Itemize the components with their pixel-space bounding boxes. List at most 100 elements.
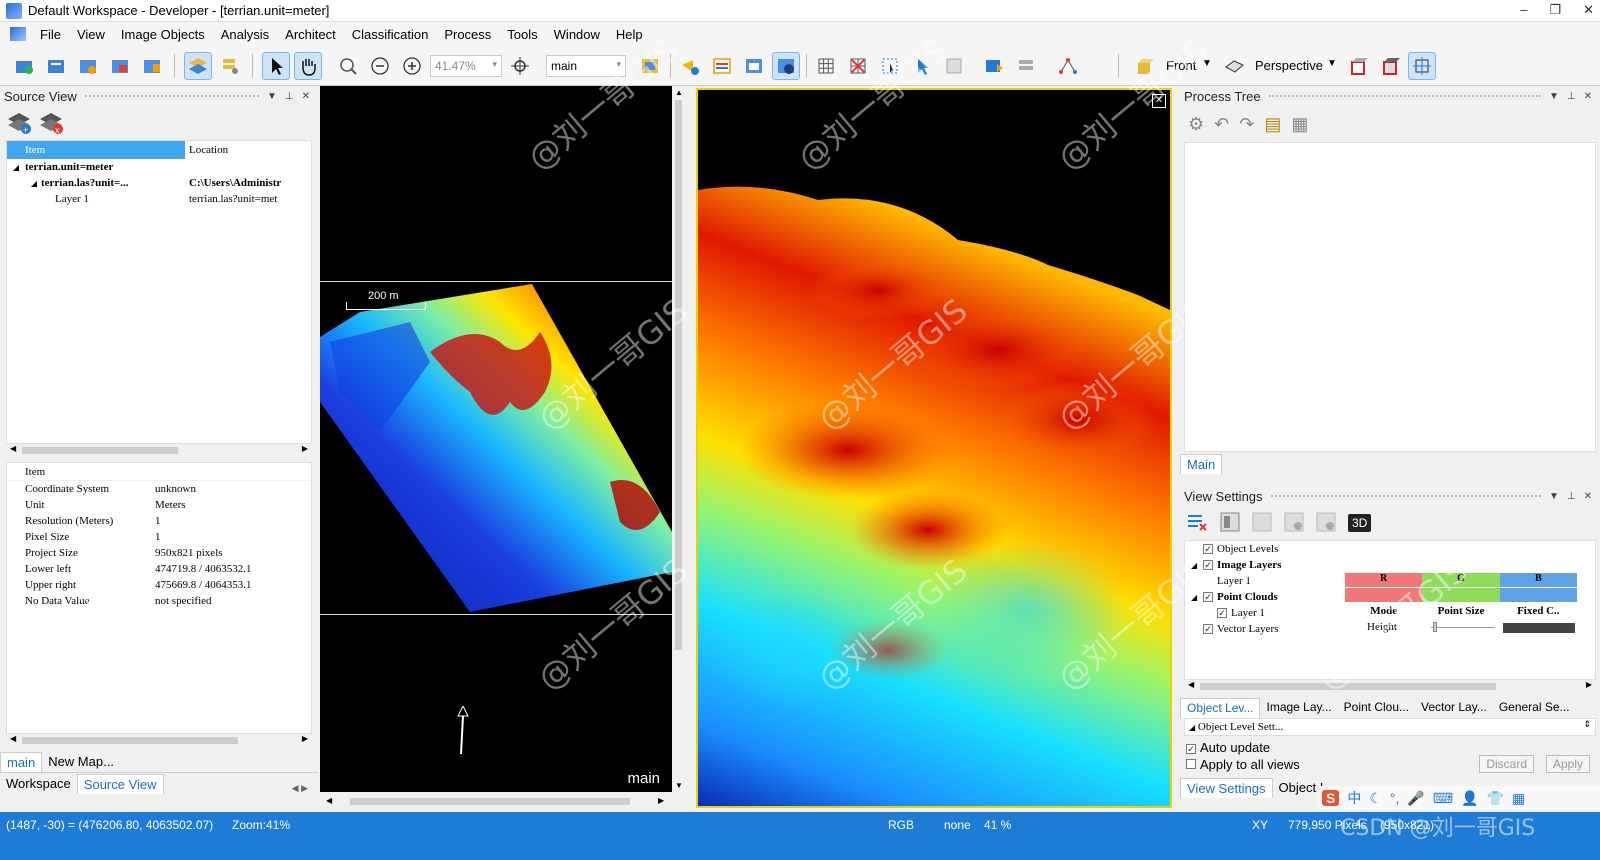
layer-stack-icon[interactable] [184,52,212,80]
add-source-icon[interactable]: + [6,109,32,138]
menu-file[interactable]: File [32,27,69,42]
col-location[interactable]: Location [185,144,228,156]
layout-single-icon[interactable] [1220,512,1240,535]
pin-icon[interactable]: ⊥ [1567,491,1576,502]
pin-icon[interactable]: ⊥ [285,91,294,102]
slider-thumb[interactable] [1433,622,1437,632]
perspective-icon[interactable] [1220,52,1248,80]
ime-grid-icon[interactable]: ▦ [1512,790,1525,807]
chevron-down-icon[interactable]: ▼ [1549,491,1559,502]
channel-g[interactable]: G [1422,573,1500,587]
map-select[interactable]: main ▾ [546,55,626,77]
ime-chinese-icon[interactable]: 中 [1347,788,1361,808]
process-tree-area[interactable] [1184,142,1596,452]
menu-process[interactable]: Process [436,27,499,42]
tab-point-clouds[interactable]: Point Clou... [1338,698,1415,718]
layout-add-icon[interactable] [1316,512,1336,535]
import-icon[interactable] [106,52,134,80]
ime-punct-icon[interactable]: °, [1390,790,1400,806]
channel-r[interactable]: R [1345,573,1423,587]
vs-row-object-levels[interactable]: ✓ Object Levels [1185,541,1595,557]
vs-row-image-layers[interactable]: ◢ ✓ Image Layers [1185,557,1595,573]
open-project-icon[interactable] [42,52,70,80]
props-hscroll[interactable]: ◀ ▶ [6,734,312,746]
zoom-out-icon[interactable] [366,52,394,80]
col-item[interactable]: Item [7,141,185,159]
chevron-down-icon[interactable]: ▼ [1549,91,1559,102]
3d-mode-button[interactable]: 3D [1348,514,1372,532]
menu-view[interactable]: View [69,27,113,42]
apply-button[interactable]: Apply [1545,755,1590,773]
redo-icon[interactable]: ↷ [1239,114,1254,135]
process-settings-icon[interactable]: ⚙ [1188,114,1204,135]
app-menu-icon[interactable] [10,27,26,41]
cube-grey-icon[interactable] [1376,52,1404,80]
image-info-icon[interactable] [676,52,704,80]
map-view-2d[interactable]: 200 m main [320,86,672,792]
restore-button[interactable]: ❐ [1549,2,1561,18]
tree-row[interactable]: ◢ terrian.unit=meter [7,159,311,175]
ime-keyboard-icon[interactable]: ⌨ [1433,790,1453,807]
apply-all-checkbox[interactable] [1186,759,1196,769]
close-3d-icon[interactable]: ✕ [1152,94,1166,108]
ime-moon-icon[interactable]: ☾ [1369,790,1382,807]
apply-all-row[interactable]: Apply to all views Discard Apply [1180,755,1600,773]
undo-icon[interactable]: ↶ [1214,114,1229,135]
layer-settings-icon[interactable] [216,52,244,80]
pointer-tool-icon[interactable] [262,52,290,80]
zoom-combo[interactable]: 41.47% ▾ [430,55,502,77]
menu-image-objects[interactable]: Image Objects [113,27,213,42]
layout-split-icon[interactable] [1252,512,1272,535]
checkbox[interactable]: ✓ [1203,544,1213,554]
vs-hscroll[interactable]: ◀ ▶ [1184,680,1596,692]
point-size-slider[interactable] [1431,627,1495,628]
perspective-label[interactable]: Perspective [1255,58,1323,73]
tab-vector-layers[interactable]: Vector Lay... [1415,698,1493,718]
tab-main[interactable]: main [0,752,43,772]
source-hscroll[interactable]: ◀ ▶ [6,444,312,456]
channel-b[interactable]: B [1499,573,1577,587]
layout-remove-icon[interactable] [1284,512,1304,535]
menu-help[interactable]: Help [608,27,651,42]
new-project-icon[interactable] [10,52,38,80]
chevron-down-icon[interactable]: ▼ [1202,58,1212,69]
layer-table-icon[interactable] [708,52,736,80]
pan-center-icon[interactable] [506,52,534,80]
delete-grid-icon[interactable] [844,52,872,80]
checkbox[interactable]: ✓ [1217,608,1227,618]
cube-red-icon[interactable] [1344,52,1372,80]
ime-shirt-icon[interactable]: 👕 [1487,790,1504,807]
tree-row[interactable]: ◢ terrian.las?unit=... C:\Users\Administr [7,175,311,191]
ime-mic-icon[interactable]: 🎤 [1407,790,1424,807]
remove-layer-icon[interactable] [1186,512,1208,535]
rule-set-icon[interactable]: ▤ [1264,114,1281,135]
3d-navigate-icon[interactable] [1408,52,1436,80]
menu-classification[interactable]: Classification [344,27,437,42]
zoom-area-icon[interactable] [334,52,362,80]
image-window-icon[interactable] [740,52,768,80]
menu-architect[interactable]: Architect [277,27,344,42]
menu-analysis[interactable]: Analysis [213,27,277,42]
chevron-down-icon[interactable]: ▼ [267,91,277,102]
view-3d[interactable]: ✕ [696,88,1172,808]
front-view-icon[interactable] [1130,52,1158,80]
front-label[interactable]: Front [1166,58,1196,73]
tab-image-layers[interactable]: Image Lay... [1260,698,1337,718]
auto-update-row[interactable]: ✓ Auto update [1180,736,1600,755]
vector-edit-icon[interactable] [1054,52,1082,80]
discard-button[interactable]: Discard [1479,755,1534,773]
tab-new-map[interactable]: New Map... [42,752,120,772]
zoom-in-icon[interactable] [398,52,426,80]
sample-icon[interactable] [940,52,968,80]
save-project-icon[interactable] [74,52,102,80]
remove-source-icon[interactable]: x [38,109,64,138]
fixed-color-swatch[interactable] [1503,623,1575,633]
menu-tools[interactable]: Tools [499,27,545,42]
chevron-down-icon[interactable]: ▼ [1327,58,1337,69]
view-settings-icon[interactable] [772,52,800,80]
tab-process-main[interactable]: Main [1180,454,1223,474]
tab-source-view[interactable]: Source View [76,774,164,794]
checkbox[interactable]: ✓ [1203,592,1213,602]
tab-general-settings[interactable]: General Se... [1493,698,1576,718]
tab-view-settings[interactable]: View Settings [1180,778,1273,798]
